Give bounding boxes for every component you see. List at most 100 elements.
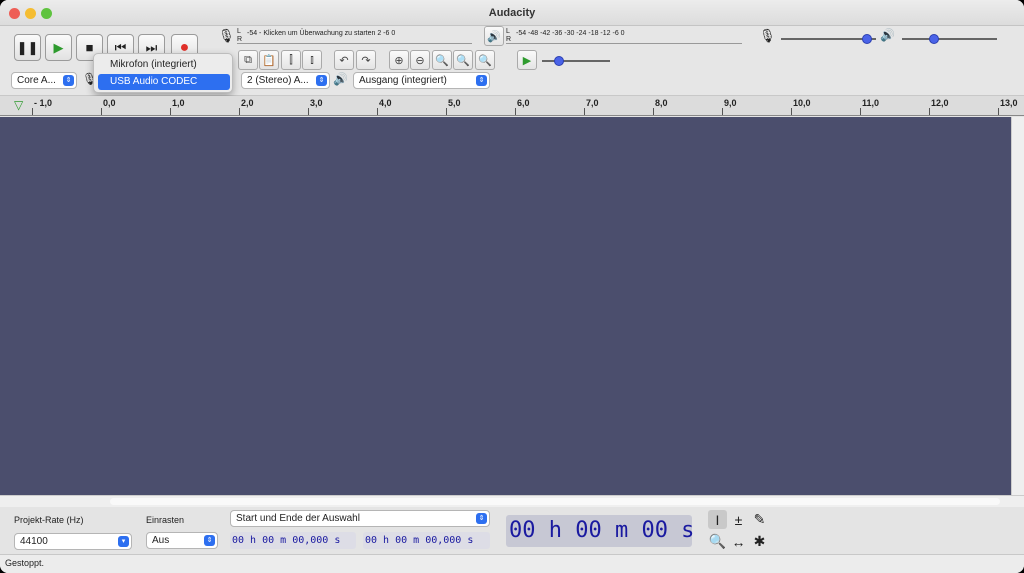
play-at-speed-slider[interactable] [542,56,610,66]
playback-device-select[interactable]: Ausgang (integriert) ⇕ [353,72,490,89]
ruler-tick-mark [446,108,447,115]
ruler-tick-label: 4,0 [379,98,392,108]
ruler-tick-label: 11,0 [862,98,880,108]
ruler-tick-mark [722,108,723,115]
zoom-toggle-button[interactable]: 🔍 [475,50,495,70]
recording-channels-value: 2 (Stereo) A... [247,75,309,86]
zoom-out-button[interactable]: ⊖ [410,50,430,70]
ruler-tick-mark [377,108,378,115]
envelope-icon: ± [734,511,743,528]
playback-volume-slider[interactable] [902,34,997,44]
zoom-in-button[interactable]: ⊕ [389,50,409,70]
ruler-tick-label: - 1,0 [34,98,53,108]
ruler-tick-mark [653,108,654,115]
silence-button[interactable]: ⫾ [302,50,322,70]
horizontal-scrollbar[interactable] [0,495,1024,507]
time-shift-tool[interactable]: ↔ [729,532,748,551]
multi-tool[interactable]: ✱ [750,532,769,551]
silence-icon: ⫾ [310,53,314,66]
status-bar: Gestoppt. [0,554,1024,573]
selection-end-time[interactable]: 00 h 00 m 00,000 s [363,532,490,549]
microphone-icon: 🎙 [218,28,235,43]
selection-start-time[interactable]: 00 h 00 m 00,000 s [230,532,356,549]
recording-volume-knob[interactable] [861,34,872,44]
horizontal-scroll-thumb[interactable] [110,498,1000,505]
ruler-tick-mark [239,108,240,115]
envelope-tool[interactable]: ± [729,510,748,529]
ruler-tick-label: 2,0 [241,98,254,108]
vertical-scrollbar[interactable] [1011,117,1024,495]
snap-select[interactable]: Aus ⇕ [146,532,218,549]
i-beam-icon: I [715,511,720,528]
recording-device-dropdown: Mikrofon (integriert) USB Audio CODEC [93,53,233,93]
audio-host-select[interactable]: Core A... ⇕ [11,72,77,89]
play-at-speed-button[interactable]: ▶ [517,50,537,70]
copy-button[interactable]: ⧉ [238,50,258,70]
chevron-down-icon: ▾ [118,536,129,547]
redo-icon: ↷ [361,54,371,67]
fit-project-button[interactable]: 🔍 [453,50,473,70]
chevron-down-icon: ⇕ [63,75,74,86]
ruler-tick-label: 13,0 [1000,98,1018,108]
audacity-window: Audacity ❚❚ ▶ ■ ⏮ ⏭ ● 🎙 LR -54 - Klicken… [0,0,1024,573]
chevron-down-icon: ⇕ [316,75,327,86]
draw-tool[interactable]: ✎ [750,510,769,529]
playback-device-value: Ausgang (integriert) [359,75,447,86]
title-bar: Audacity [0,0,1024,26]
pencil-icon: ✎ [753,511,766,527]
playback-meter-channels: LR [506,28,512,43]
playback-volume-knob[interactable] [929,34,940,44]
zoom-out-icon: ⊖ [415,54,425,67]
chevron-down-icon: ⇕ [476,75,487,86]
trim-icon: ⫿ [289,53,293,66]
snap-label: Einrasten [146,515,185,525]
recording-volume-slider[interactable] [781,34,876,44]
stop-icon: ■ [85,40,94,55]
undo-icon: ↶ [339,54,349,67]
project-rate-select[interactable]: 44100 ▾ [14,533,132,550]
redo-button[interactable]: ↷ [356,50,376,70]
chevron-down-icon: ⇕ [476,513,487,524]
ruler-tick-mark [791,108,792,115]
zoom-in-icon: ⊕ [394,54,404,67]
undo-button[interactable]: ↶ [334,50,354,70]
playback-meter[interactable]: LR -54 -48 -42 -36 -30 -24 -18 -12 -6 0 [506,28,742,44]
dropdown-item-usb-audio-codec[interactable]: USB Audio CODEC [98,74,230,90]
fit-selection-button[interactable]: 🔍 [432,50,452,70]
dropdown-item-mikrofon[interactable]: Mikrofon (integriert) [98,57,230,73]
pin-play-head-icon[interactable]: ▽ [14,98,23,112]
ruler-tick-label: 5,0 [448,98,461,108]
pause-button[interactable]: ❚❚ [14,34,41,61]
magnifier-icon: 🔍 [708,533,727,549]
zoom-tool[interactable]: 🔍 [708,532,727,551]
playback-volume-icon: 🔊 [880,28,895,42]
recording-channels-select[interactable]: 2 (Stereo) A... ⇕ [241,72,330,89]
play-at-speed-icon: ▶ [522,54,532,67]
selection-mode-select[interactable]: Start und Ende der Auswahl ⇕ [230,510,490,527]
speaker-icon: 🔊 [484,26,504,46]
ruler-tick-label: 12,0 [931,98,949,108]
play-button[interactable]: ▶ [45,34,72,61]
fit-project-icon: 🔍 [456,54,470,67]
paste-button[interactable]: 📋 [259,50,279,70]
ruler-tick-label: 8,0 [655,98,668,108]
recording-meter-channels: LR [237,28,243,43]
ruler-tick-label: 10,0 [793,98,811,108]
fit-selection-icon: 🔍 [435,54,449,67]
trim-button[interactable]: ⫿ [281,50,301,70]
selection-toolbar: Projekt-Rate (Hz) 44100 ▾ Einrasten Aus … [0,507,1024,554]
timeline-ruler[interactable]: ▽ - 1,0 0,0 1,0 2,0 3,0 4,0 5,0 6,0 7,0 8,0 9,0 10,… [0,96,1024,116]
audio-position-display[interactable]: 00 h 00 m 00 s [506,515,694,547]
zoom-toggle-icon: 🔍 [478,54,492,67]
track-area[interactable] [0,117,1011,495]
snap-value: Aus [152,535,170,546]
pause-icon: ❚❚ [16,39,39,55]
selection-tool[interactable]: I [708,510,727,529]
play-at-speed-knob[interactable] [553,56,564,66]
playback-device-icon: 🔊 [333,72,348,86]
playback-meter-scale: -54 -48 -42 -36 -30 -24 -18 -12 -6 0 [516,30,625,37]
play-icon: ▶ [53,39,64,55]
window-title: Audacity [488,7,536,19]
recording-meter[interactable]: LR -54 - Klicken um Überwachung zu start… [237,28,472,44]
ruler-tick-mark [101,108,102,115]
